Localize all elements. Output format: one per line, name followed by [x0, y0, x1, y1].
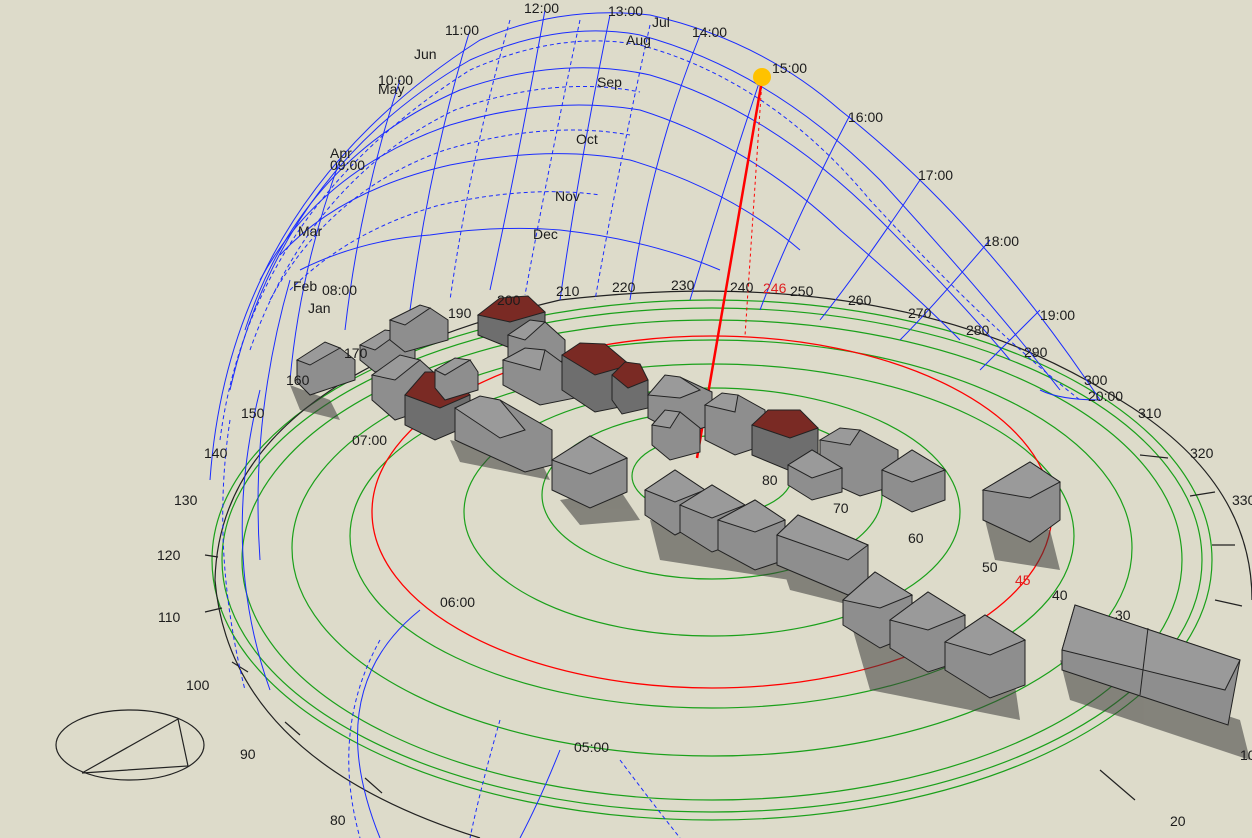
- azimuth-label: 220: [612, 279, 636, 295]
- month-label: May: [378, 81, 404, 97]
- azimuth-label: 200: [497, 292, 521, 308]
- azimuth-label: 90: [240, 746, 256, 762]
- building-brick: [611, 361, 649, 415]
- hour-label: 12:00: [524, 0, 559, 16]
- altitude-label: 70: [833, 500, 849, 516]
- hour-label: 11:00: [445, 22, 479, 38]
- azimuth-label: 20: [1170, 813, 1186, 829]
- azimuth-label: 300: [1084, 372, 1108, 388]
- altitude-label: 80: [762, 472, 778, 488]
- azimuth-label: 270: [908, 305, 932, 321]
- azimuth-label: 190: [448, 305, 472, 321]
- month-label: Jun: [414, 46, 437, 62]
- azimuth-label: 260: [848, 292, 872, 308]
- hour-label: 19:00: [1040, 307, 1075, 323]
- azimuth-label: 10: [1240, 747, 1252, 763]
- month-label: Aug: [626, 32, 651, 48]
- altitude-label: 60: [908, 530, 924, 546]
- hour-label: 20:00: [1088, 388, 1123, 404]
- month-label: Nov: [555, 188, 580, 204]
- hour-label: 13:00: [608, 3, 643, 19]
- azimuth-label: 150: [241, 405, 265, 421]
- hour-label: 07:00: [352, 432, 387, 448]
- building: [550, 435, 629, 509]
- sun-path-diagram: 12:00 13:0011:00 14:0010:0015:0009:0016:00…: [55, 0, 1252, 838]
- month-label: Jan: [308, 300, 331, 316]
- compass-icon: [55, 709, 205, 781]
- hour-label: 06:00: [440, 594, 475, 610]
- sun-altitude-label: 45: [1015, 572, 1031, 588]
- hour-label: 17:00: [918, 167, 953, 183]
- azimuth-label: 250: [790, 283, 814, 299]
- hour-label: 05:00: [574, 739, 609, 755]
- hour-label: 14:00: [692, 24, 727, 40]
- azimuth-label: 310: [1138, 405, 1162, 421]
- building: [388, 304, 449, 353]
- azimuth-label: 320: [1190, 445, 1214, 461]
- azimuth-label: 80: [330, 812, 346, 828]
- azimuth-label: 120: [157, 547, 181, 563]
- month-label: Dec: [533, 226, 558, 242]
- month-label: Oct: [576, 131, 598, 147]
- month-label: Apr: [330, 145, 352, 161]
- hour-label: 16:00: [848, 109, 883, 125]
- sun-azimuth-label: 246: [763, 280, 787, 296]
- month-label: Sep: [597, 74, 622, 90]
- azimuth-label: 210: [556, 283, 580, 299]
- altitude-label: 50: [982, 559, 998, 575]
- azimuth-label: 330: [1232, 492, 1252, 508]
- month-label: Jul: [652, 14, 670, 30]
- azimuth-label: 140: [204, 445, 228, 461]
- azimuth-label: 110: [158, 609, 181, 625]
- hour-label: 15:00: [772, 60, 807, 76]
- month-label: Feb: [293, 278, 317, 294]
- azimuth-label: 240: [730, 279, 754, 295]
- hour-label: 08:00: [322, 282, 357, 298]
- azimuth-label: 130: [174, 492, 198, 508]
- azimuth-label: 290: [1024, 344, 1048, 360]
- hour-label: 18:00: [984, 233, 1019, 249]
- altitude-label: 40: [1052, 587, 1068, 603]
- sun-marker: [753, 68, 771, 86]
- azimuth-label: 100: [186, 677, 210, 693]
- azimuth-label: 280: [966, 322, 990, 338]
- azimuth-label: 160: [286, 372, 310, 388]
- azimuth-label: 170: [344, 345, 368, 361]
- altitude-label: 30: [1115, 607, 1131, 623]
- azimuth-label: 230: [671, 277, 695, 293]
- month-label: Mar: [298, 223, 322, 239]
